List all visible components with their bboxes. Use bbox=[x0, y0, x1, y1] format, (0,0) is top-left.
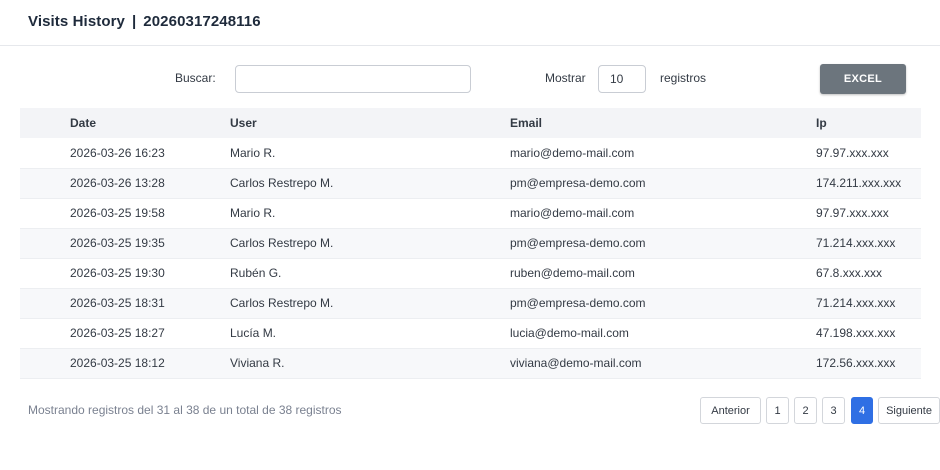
show-label: Mostrar bbox=[545, 71, 586, 85]
visits-table: Date User Email Ip 2026-03-26 16:23 Mari… bbox=[20, 108, 921, 379]
record-id: 20260317248116 bbox=[143, 13, 261, 30]
table-row: 2026-03-25 19:58 Mario R. mario@demo-mai… bbox=[20, 198, 921, 228]
cell-email: pm@empresa-demo.com bbox=[510, 176, 646, 190]
table-row: 2026-03-25 18:31 Carlos Restrepo M. pm@e… bbox=[20, 288, 921, 318]
cell-user: Carlos Restrepo M. bbox=[230, 236, 334, 250]
cell-date: 2026-03-25 19:58 bbox=[70, 206, 165, 220]
row-spacer bbox=[20, 348, 70, 378]
row-spacer bbox=[20, 138, 70, 168]
cell-ip: 47.198.xxx.xxx bbox=[816, 326, 896, 340]
page-title: Visits History | 20260317248116 bbox=[28, 13, 261, 30]
pagination-page-3[interactable]: 3 bbox=[822, 397, 845, 424]
table-info-text: Mostrando registros del 31 al 38 de un t… bbox=[28, 403, 342, 417]
cell-user: Mario R. bbox=[230, 206, 276, 220]
row-spacer bbox=[20, 318, 70, 348]
column-header-ip[interactable]: Ip bbox=[816, 108, 921, 138]
cell-date: 2026-03-26 13:28 bbox=[70, 176, 165, 190]
cell-user: Viviana R. bbox=[230, 356, 285, 370]
column-header-email[interactable]: Email bbox=[510, 108, 816, 138]
cell-email: pm@empresa-demo.com bbox=[510, 296, 646, 310]
cell-user: Mario R. bbox=[230, 145, 276, 160]
cell-email: viviana@demo-mail.com bbox=[510, 356, 642, 370]
table-header-row: Date User Email Ip bbox=[20, 108, 921, 138]
row-spacer bbox=[20, 228, 70, 258]
cell-ip: 67.8.xxx.xxx bbox=[816, 266, 883, 280]
search-label: Buscar: bbox=[175, 71, 216, 85]
page-length-input[interactable] bbox=[598, 65, 646, 93]
cell-user: Rubén G. bbox=[230, 266, 282, 280]
cell-email: mario@demo-mail.com bbox=[510, 206, 635, 220]
table-row: 2026-03-26 13:28 Carlos Restrepo M. pm@e… bbox=[20, 168, 921, 198]
cell-user: Lucía M. bbox=[230, 326, 277, 340]
column-header-user[interactable]: User bbox=[230, 108, 510, 138]
cell-date: 2026-03-25 18:12 bbox=[70, 356, 165, 370]
cell-ip: 71.214.xxx.xxx bbox=[816, 236, 896, 250]
pagination-page-4-current[interactable]: 4 bbox=[851, 397, 873, 424]
page-title-text: Visits History bbox=[28, 13, 125, 30]
search-input[interactable] bbox=[235, 65, 471, 93]
row-spacer bbox=[20, 288, 70, 318]
title-separator: | bbox=[132, 13, 137, 30]
pagination-next-button[interactable]: Siguiente bbox=[878, 397, 940, 424]
cell-ip: 97.97.xxx.xxx bbox=[816, 206, 889, 220]
cell-date: 2026-03-25 18:31 bbox=[70, 296, 165, 310]
pagination-page-2[interactable]: 2 bbox=[794, 397, 817, 424]
cell-date: 2026-03-25 19:35 bbox=[70, 236, 165, 250]
cell-email: pm@empresa-demo.com bbox=[510, 236, 646, 250]
table-row: 2026-03-25 18:27 Lucía M. lucia@demo-mai… bbox=[20, 318, 921, 348]
cell-email: lucia@demo-mail.com bbox=[510, 326, 629, 340]
table-row: 2026-03-25 18:12 Viviana R. viviana@demo… bbox=[20, 348, 921, 378]
cell-email: ruben@demo-mail.com bbox=[510, 266, 635, 280]
pagination-previous-button[interactable]: Anterior bbox=[700, 397, 761, 424]
page-header: Visits History | 20260317248116 bbox=[0, 0, 940, 46]
column-header-date[interactable]: Date bbox=[70, 108, 230, 138]
table-row: 2026-03-25 19:30 Rubén G. ruben@demo-mai… bbox=[20, 258, 921, 288]
table-row: 2026-03-26 16:23 Mario R. mario@demo-mai… bbox=[20, 138, 921, 168]
cell-ip: 174.211.xxx.xxx bbox=[816, 176, 902, 190]
excel-export-button[interactable]: EXCEL bbox=[820, 64, 906, 94]
cell-user: Carlos Restrepo M. bbox=[230, 176, 334, 190]
row-spacer bbox=[20, 198, 70, 228]
cell-user: Carlos Restrepo M. bbox=[230, 296, 334, 310]
row-spacer bbox=[20, 168, 70, 198]
records-label: registros bbox=[660, 71, 707, 85]
cell-ip: 172.56.xxx.xxx bbox=[816, 356, 896, 370]
cell-ip: 97.97.xxx.xxx bbox=[816, 145, 889, 160]
cell-email: mario@demo-mail.com bbox=[510, 145, 635, 160]
cell-date: 2026-03-25 18:27 bbox=[70, 326, 165, 340]
table-controls: Buscar: Mostrar registros EXCEL bbox=[0, 62, 940, 96]
column-header-spacer bbox=[20, 108, 70, 138]
cell-date: 2026-03-26 16:23 bbox=[70, 145, 165, 160]
table-row: 2026-03-25 19:35 Carlos Restrepo M. pm@e… bbox=[20, 228, 921, 258]
cell-ip: 71.214.xxx.xxx bbox=[816, 296, 896, 310]
pagination-page-1[interactable]: 1 bbox=[766, 397, 789, 424]
row-spacer bbox=[20, 258, 70, 288]
cell-date: 2026-03-25 19:30 bbox=[70, 266, 165, 280]
